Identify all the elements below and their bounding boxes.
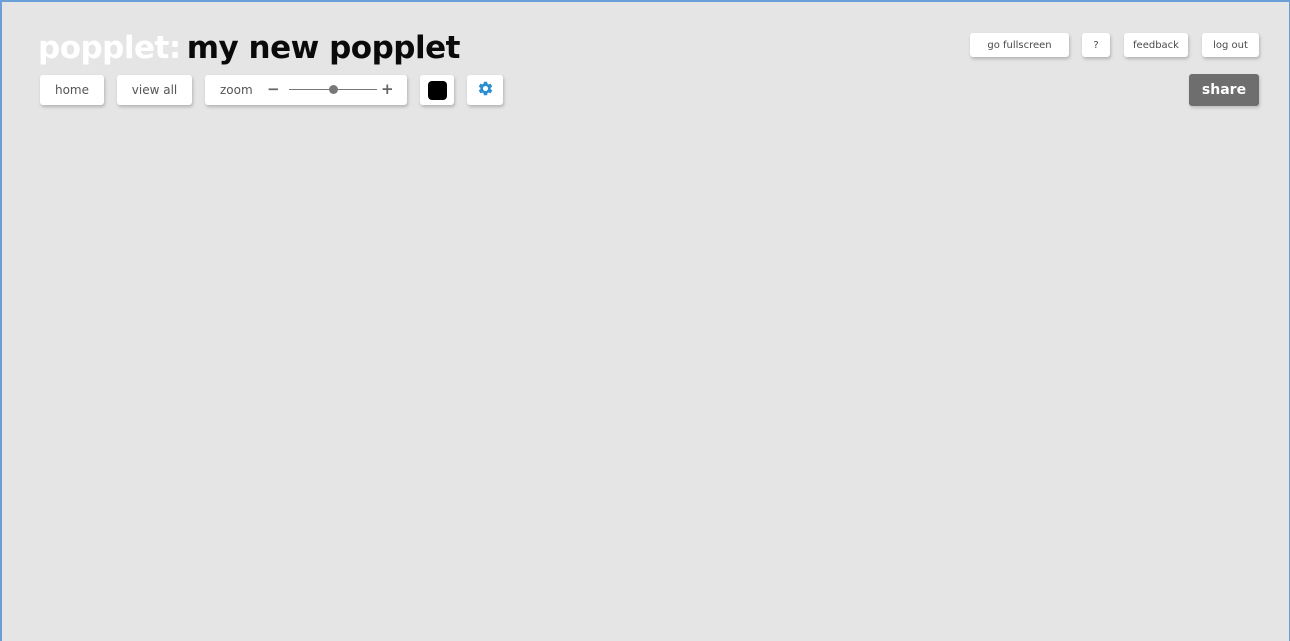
view-all-button[interactable]: view all (117, 75, 192, 105)
help-button[interactable]: ? (1082, 33, 1110, 57)
zoom-slider[interactable] (289, 85, 377, 94)
color-swatch (427, 80, 447, 100)
settings-button[interactable] (467, 75, 503, 105)
zoom-label: zoom (220, 83, 253, 97)
log-out-button[interactable]: log out (1202, 33, 1259, 57)
zoom-control: zoom − + (205, 75, 407, 105)
app-window: popplet: my new popplet home view all zoo… (0, 0, 1290, 641)
brand-logo: popplet (38, 30, 169, 66)
popplet-canvas[interactable] (2, 122, 1289, 641)
page-title: popplet: my new popplet (38, 28, 460, 68)
share-button[interactable]: share (1189, 74, 1259, 106)
zoom-in-button[interactable]: + (381, 75, 394, 105)
zoom-out-button[interactable]: − (267, 75, 280, 105)
gear-icon (477, 80, 494, 100)
feedback-button[interactable]: feedback (1124, 33, 1188, 57)
title-separator: : (168, 30, 181, 66)
document-title[interactable]: my new popplet (187, 30, 461, 66)
go-fullscreen-button[interactable]: go fullscreen (970, 33, 1069, 57)
color-picker-button[interactable] (420, 75, 454, 105)
zoom-slider-handle[interactable] (328, 85, 338, 94)
home-button[interactable]: home (40, 75, 104, 105)
